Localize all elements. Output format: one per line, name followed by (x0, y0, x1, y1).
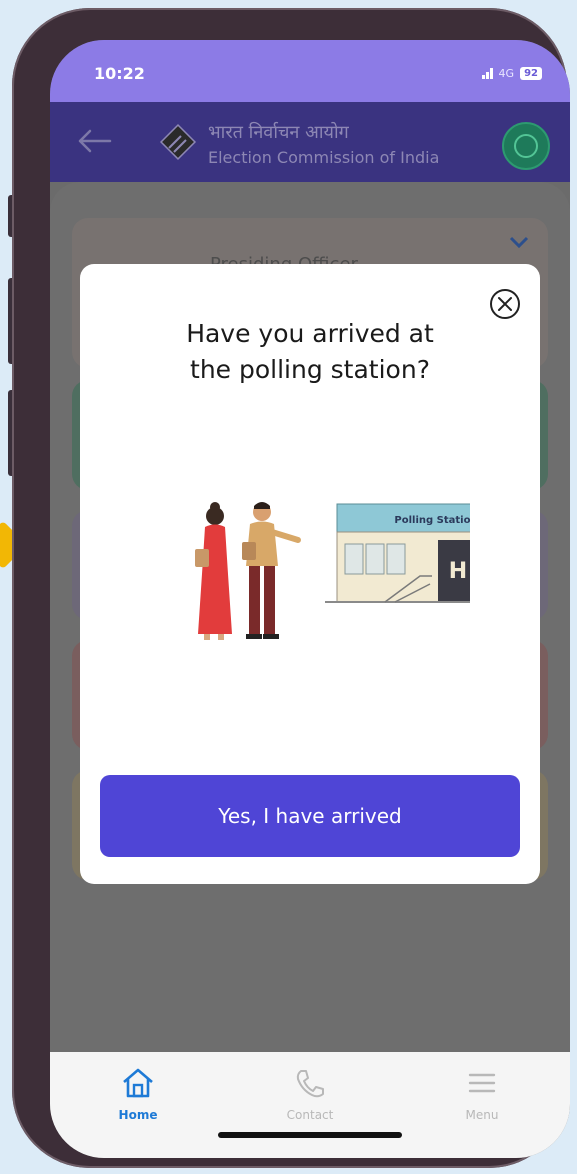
status-bar: 10:22 4G 92 (50, 40, 570, 102)
phone-frame: 10:22 4G 92 भारत निर्वाचन आयोग Election … (12, 8, 570, 1168)
nav-label-contact: Contact (286, 1108, 334, 1122)
back-arrow-icon[interactable] (76, 128, 112, 154)
battery-icon: 92 (520, 67, 542, 80)
building-sign: Polling Station (394, 515, 470, 526)
polling-building: Polling Station H (325, 503, 470, 603)
chevron-down-icon (509, 236, 529, 249)
phone-screen: 10:22 4G 92 भारत निर्वाचन आयोग Election … (50, 40, 570, 1158)
eci-title-hindi: भारत निर्वाचन आयोग (208, 122, 349, 143)
modal-title-line-2: the polling station? (190, 355, 430, 384)
app-header: भारत निर्वाचन आयोग Election Commission o… (50, 102, 570, 182)
woman-figure (195, 502, 232, 640)
nav-label-menu: Menu (465, 1108, 499, 1122)
building-door-letter: H (449, 559, 467, 584)
network-type: 4G (498, 67, 515, 80)
eci-title-english: Election Commission of India (208, 148, 440, 167)
man-figure (242, 502, 301, 639)
status-indicators: 4G 92 (481, 67, 542, 80)
modal-title: Have you arrived at the polling station? (120, 316, 500, 388)
polling-station-illustration: Polling Station H (195, 502, 470, 640)
bottom-nav: Home Contact Menu (50, 1052, 570, 1158)
profile-avatar[interactable] (502, 122, 550, 170)
arrival-modal: Have you arrived at the polling station? (80, 264, 540, 884)
nav-item-menu[interactable]: Menu (422, 1066, 542, 1122)
phone-icon (296, 1070, 324, 1098)
home-icon (123, 1068, 153, 1098)
nav-item-home[interactable]: Home (78, 1066, 198, 1122)
status-time: 10:22 (94, 64, 145, 83)
menu-icon (468, 1073, 496, 1093)
home-indicator (218, 1132, 402, 1138)
nav-label-home: Home (118, 1108, 158, 1122)
nav-item-contact[interactable]: Contact (250, 1066, 370, 1122)
signal-icon (481, 68, 493, 79)
avatar-icon (514, 134, 538, 158)
eci-logo-icon (159, 123, 197, 161)
modal-title-line-1: Have you arrived at (186, 319, 434, 348)
confirm-arrived-button[interactable]: Yes, I have arrived (100, 775, 520, 857)
